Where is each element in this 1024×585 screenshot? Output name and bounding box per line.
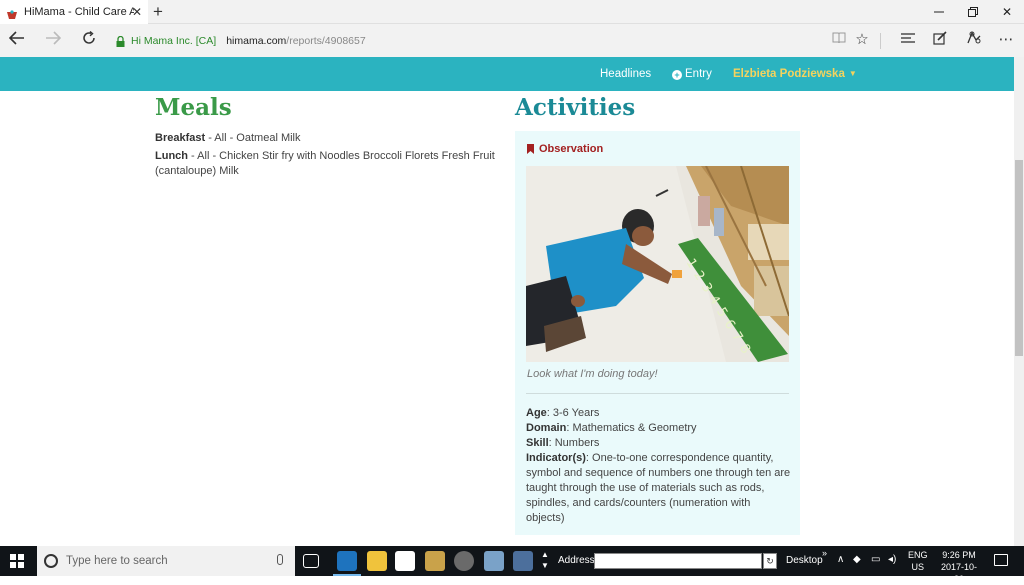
observation-type: Observation — [539, 143, 604, 155]
close-window-icon[interactable]: ✕ — [990, 0, 1024, 24]
detail-value: : 3-6 Years — [546, 407, 600, 419]
meal-breakfast: Breakfast - All - Oatmeal Milk — [155, 131, 505, 146]
site-identity-badge[interactable]: Hi Mama Inc. [CA] — [131, 35, 216, 47]
expand-chevron-icon[interactable]: » — [822, 548, 827, 558]
meal-name: Lunch — [155, 150, 188, 162]
user-name: Elzbieta Podziewska — [733, 68, 845, 80]
share-icon[interactable] — [964, 31, 984, 50]
detail-label: Domain — [526, 422, 567, 434]
app-icon-4[interactable] — [513, 551, 533, 571]
bookmark-icon — [527, 144, 534, 154]
action-center-icon[interactable] — [994, 554, 1008, 566]
detail-value: : Numbers — [548, 437, 600, 449]
taskbar-search[interactable]: Type here to search — [37, 546, 295, 576]
more-icon[interactable]: ⋯ — [996, 31, 1016, 49]
clock-date: 2017-10-30 — [940, 562, 978, 584]
show-hidden-icons-icon[interactable]: ∧ — [837, 554, 844, 565]
favorite-star-icon[interactable]: ☆ — [852, 31, 872, 49]
tab-title: HiMama - Child Care Ap — [24, 6, 134, 18]
activity-photo[interactable]: 1 2 3 4 5 6 7 8 — [526, 166, 789, 362]
file-explorer-icon[interactable] — [367, 551, 387, 571]
photo-caption: Look what I'm doing today! — [527, 368, 658, 380]
meal-detail: - All - Chicken Stir fry with Noodles Br… — [155, 150, 495, 177]
web-note-icon[interactable] — [930, 31, 950, 50]
caret-down-icon: ▼ — [848, 69, 857, 79]
clock-time: 9:26 PM — [942, 550, 976, 560]
meals-heading: Meals — [155, 94, 232, 121]
entry-link[interactable]: + Entry — [672, 68, 712, 80]
lock-icon — [116, 35, 125, 47]
store-icon[interactable] — [395, 551, 415, 571]
lang-code: ENG — [908, 550, 928, 560]
address-field[interactable]: Hi Mama Inc. [CA] himama.com/reports/490… — [116, 30, 836, 52]
system-clock[interactable]: 9:26 PM 2017-10-30 — [936, 549, 982, 585]
app-icon-3[interactable] — [484, 551, 504, 571]
vertical-scrollbar[interactable] — [1014, 57, 1024, 546]
detail-skill: Skill: Numbers — [526, 436, 791, 451]
region-code: US — [911, 562, 925, 572]
entry-label: Entry — [685, 68, 712, 80]
meal-lunch: Lunch - All - Chicken Stir fry with Nood… — [155, 149, 505, 179]
windows-taskbar: Type here to search ▲ ▼ Address ↻ Desktop… — [0, 546, 1024, 584]
detail-label: Age — [526, 407, 547, 419]
input-language[interactable]: ENG US — [908, 549, 928, 573]
url-path: /reports/4908657 — [286, 35, 366, 47]
headlines-link[interactable]: Headlines — [600, 68, 651, 80]
app-icon-1[interactable] — [425, 551, 445, 571]
new-tab-icon[interactable]: + — [153, 2, 163, 22]
cortana-ring-icon — [44, 554, 58, 568]
hub-icon[interactable] — [898, 31, 918, 49]
detail-indicator: Indicator(s): One-to-one correspondence … — [526, 451, 791, 526]
plus-circle-icon: + — [672, 70, 682, 80]
browser-tab-himama[interactable]: HiMama - Child Care Ap ✕ — [0, 0, 148, 24]
toolbar-scroll-icon[interactable]: ▲ ▼ — [541, 549, 549, 571]
detail-age: Age: 3-6 Years — [526, 406, 791, 421]
meal-detail: - All - Oatmeal Milk — [205, 132, 301, 144]
browser-title-bar: HiMama - Child Care Ap ✕ + ✕ — [0, 0, 1024, 24]
browser-toolbar: Hi Mama Inc. [CA] himama.com/reports/490… — [0, 24, 1024, 57]
app-icon-2[interactable] — [454, 551, 474, 571]
reading-view-icon[interactable] — [829, 31, 849, 49]
detail-value: : Mathematics & Geometry — [566, 422, 697, 434]
site-navbar: Headlines + Entry Elzbieta Podziewska ▼ — [0, 57, 1024, 91]
url-host: himama.com — [226, 35, 287, 47]
meal-name: Breakfast — [155, 132, 206, 144]
back-arrow-icon[interactable] — [6, 30, 28, 50]
taskbar-desktop-toolbar[interactable]: Desktop — [786, 555, 823, 566]
dropbox-icon[interactable]: ◆ — [853, 554, 861, 565]
volume-icon[interactable]: ◂) — [888, 554, 896, 565]
taskbar-address-label: Address — [558, 555, 595, 566]
detail-label: Indicator(s) — [526, 452, 586, 464]
scrollbar-thumb[interactable] — [1015, 160, 1023, 356]
forward-arrow-icon[interactable] — [42, 30, 64, 50]
windows-start-icon[interactable] — [10, 554, 24, 568]
minimize-icon[interactable] — [922, 0, 956, 24]
refresh-icon[interactable] — [78, 30, 100, 50]
card-divider — [526, 393, 789, 394]
detail-domain: Domain: Mathematics & Geometry — [526, 421, 791, 436]
detail-label: Skill — [526, 437, 549, 449]
search-placeholder: Type here to search — [66, 555, 168, 567]
taskbar-address-input[interactable] — [594, 553, 762, 569]
task-view-icon[interactable] — [303, 554, 319, 568]
report-page: Meals Activities Breakfast - All - Oatme… — [0, 91, 1014, 545]
toolbar-divider — [880, 33, 881, 49]
microphone-icon[interactable] — [277, 554, 283, 565]
power-icon[interactable]: ▭ — [871, 554, 880, 565]
address-go-icon[interactable]: ↻ — [763, 553, 777, 569]
activities-heading: Activities — [515, 94, 636, 121]
tab-close-icon[interactable]: ✕ — [132, 5, 142, 19]
restore-icon[interactable] — [956, 0, 990, 24]
observation-label: Observation — [527, 143, 603, 155]
activity-card: Observation 1 2 3 4 5 6 7 8 Look what I'… — [515, 131, 800, 535]
himama-favicon-icon — [6, 7, 18, 19]
edge-browser-icon[interactable] — [333, 551, 361, 576]
user-menu[interactable]: Elzbieta Podziewska ▼ — [733, 68, 857, 80]
